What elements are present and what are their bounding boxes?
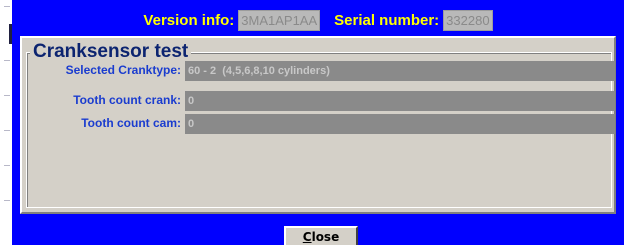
background-tick xyxy=(4,165,10,166)
tooth-count-cam-field: 0 xyxy=(185,114,615,134)
cranksensor-groupbox: Cranksensor test Selected Cranktype: 60 … xyxy=(26,41,615,208)
tooth-count-crank-label: Tooth count crank: xyxy=(73,93,181,107)
close-button-mnemonic: C xyxy=(302,230,312,244)
background-tick xyxy=(4,6,10,7)
tooth-count-cam-row: Tooth count cam: 0 xyxy=(27,114,615,134)
dialog-header: Version info: 3MA1AP1AA Serial number: 3… xyxy=(12,6,624,34)
tooth-count-crank-field: 0 xyxy=(185,91,615,111)
tooth-count-crank-row: Tooth count crank: 0 xyxy=(27,91,615,111)
close-button-label: lose xyxy=(311,230,340,244)
serial-number-label: Serial number: xyxy=(334,11,440,29)
version-info-value: 3MA1AP1AA xyxy=(238,9,321,31)
background-tick xyxy=(4,60,10,61)
selected-cranktype-row: Selected Cranktype: 60 - 2 (4,5,6,8,10 c… xyxy=(27,61,615,81)
background-tick xyxy=(4,200,10,201)
version-info-label: Version info: xyxy=(143,11,235,29)
cranksensor-dialog: Version info: 3MA1AP1AA Serial number: 3… xyxy=(12,0,624,245)
selected-cranktype-label: Selected Cranktype: xyxy=(65,63,181,77)
screen: Version info: 3MA1AP1AA Serial number: 3… xyxy=(0,0,624,245)
group-title: Cranksensor test xyxy=(30,41,192,63)
background-tick xyxy=(4,95,10,96)
serial-number-value: 332280 xyxy=(443,9,493,31)
test-panel: Cranksensor test Selected Cranktype: 60 … xyxy=(20,36,616,214)
close-button[interactable]: Close xyxy=(284,226,358,245)
tooth-count-cam-label: Tooth count cam: xyxy=(81,116,181,130)
background-window-edge xyxy=(0,0,12,245)
selected-cranktype-field: 60 - 2 (4,5,6,8,10 cylinders) xyxy=(185,61,615,81)
background-tick xyxy=(4,130,10,131)
